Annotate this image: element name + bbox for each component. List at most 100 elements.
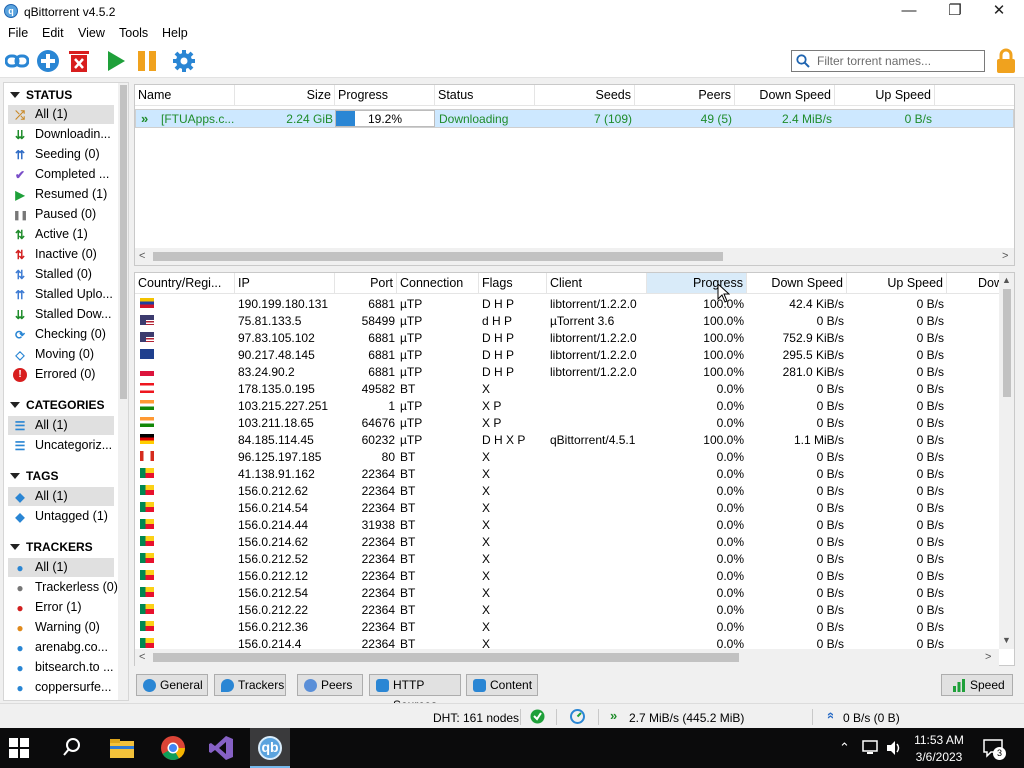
lock-icon[interactable] <box>996 48 1016 74</box>
menu-view[interactable]: View <box>78 26 105 40</box>
sidebar-item-trackers-3[interactable]: ● Warning (0) <box>8 618 114 637</box>
clock-time[interactable]: 11:53 AM <box>913 733 965 747</box>
sidebar-item-status-1[interactable]: ⇊ Downloadin... <box>8 125 114 144</box>
peer-row[interactable]: 84.185.114.45 60232 µTP D H X P qBittorrent/… <box>135 431 999 448</box>
column-header-peers[interactable]: Peers <box>635 85 735 106</box>
sidebar-item-trackers-2[interactable]: ● Error (1) <box>8 598 114 617</box>
peers-vscroll-thumb[interactable] <box>1003 289 1011 397</box>
pause-icon[interactable] <box>135 49 159 73</box>
peers-hscroll-thumb[interactable] <box>153 653 739 662</box>
peer-row[interactable]: 103.211.18.65 64676 µTP X P 0.0% 0 B/s 0 B/s <box>135 414 999 431</box>
tray-chevron-up-icon[interactable]: ⌃ <box>839 740 850 756</box>
sidebar-item-status-12[interactable]: ◇ Moving (0) <box>8 345 114 364</box>
tab-general[interactable]: General <box>136 674 208 696</box>
connection-globe-icon[interactable] <box>530 709 545 724</box>
tags-section-header[interactable]: TAGS <box>10 469 58 483</box>
tab-trackers[interactable]: Trackers <box>214 674 286 696</box>
sidebar-item-trackers-6[interactable]: ● coppersurfe... <box>8 678 114 697</box>
sidebar-item-categories-0[interactable]: ☰ All (1) <box>8 416 114 435</box>
peer-row[interactable]: 96.125.197.185 80 BT X 0.0% 0 B/s 0 B/s <box>135 448 999 465</box>
close-button[interactable]: ✕ <box>976 0 1022 24</box>
peer-row[interactable]: 156.0.212.36 22364 BT X 0.0% 0 B/s 0 B/s <box>135 618 999 635</box>
peers-vscrollbar[interactable]: ▲ ▼ <box>999 273 1014 649</box>
visual-studio-icon[interactable] <box>208 735 234 761</box>
peer-row[interactable]: 156.0.212.22 22364 BT X 0.0% 0 B/s 0 B/s <box>135 601 999 618</box>
chrome-icon[interactable] <box>160 735 186 761</box>
peer-row[interactable]: 103.215.227.251 1 µTP X P 0.0% 0 B/s 0 B/s <box>135 397 999 414</box>
peer-row[interactable]: 156.0.212.62 22364 BT X 0.0% 0 B/s 0 B/s <box>135 482 999 499</box>
add-link-icon[interactable] <box>5 49 29 73</box>
peer-row[interactable]: 156.0.212.54 22364 BT X 0.0% 0 B/s 0 B/s <box>135 584 999 601</box>
network-icon[interactable] <box>862 740 880 756</box>
column-header-seeds[interactable]: Seeds <box>535 85 635 106</box>
qbittorrent-taskbar-button[interactable]: qb <box>250 728 290 768</box>
sidebar-item-status-11[interactable]: ⟳ Checking (0) <box>8 325 114 344</box>
sidebar-scroll-thumb[interactable] <box>120 85 127 399</box>
menu-tools[interactable]: Tools <box>119 26 148 40</box>
peer-row[interactable]: 156.0.212.52 22364 BT X 0.0% 0 B/s 0 B/s <box>135 550 999 567</box>
peer-column-header-ip[interactable]: IP <box>235 273 335 293</box>
peers-hscrollbar[interactable]: < > <box>135 649 999 666</box>
trackers-section-header[interactable]: TRACKERS <box>10 540 93 554</box>
sidebar-item-tags-1[interactable]: ◆ Untagged (1) <box>8 507 114 526</box>
peer-column-header-downloaded[interactable]: Dow <box>947 273 999 293</box>
peer-row[interactable]: 190.199.180.131 6881 µTP D H P libtorrent/1.… <box>135 295 999 312</box>
peer-row[interactable]: 156.0.212.12 22364 BT X 0.0% 0 B/s 0 B/s <box>135 567 999 584</box>
peer-column-header-client[interactable]: Client <box>547 273 647 293</box>
sidebar-item-status-2[interactable]: ⇈ Seeding (0) <box>8 145 114 164</box>
column-header-up-speed[interactable]: Up Speed <box>835 85 935 106</box>
torrent-hscrollbar[interactable]: < > <box>135 248 1014 265</box>
sidebar-item-status-4[interactable]: ▶ Resumed (1) <box>8 185 114 204</box>
torrent-hscroll-thumb[interactable] <box>153 252 723 261</box>
sidebar-item-trackers-1[interactable]: ● Trackerless (0) <box>8 578 118 597</box>
speed-button[interactable]: Speed <box>941 674 1013 696</box>
windows-start-icon[interactable] <box>8 737 30 759</box>
status-section-header[interactable]: STATUS <box>10 88 72 102</box>
peer-column-header-connection[interactable]: Connection <box>397 273 479 293</box>
tab-content[interactable]: Content <box>466 674 538 696</box>
add-torrent-icon[interactable] <box>36 49 60 73</box>
peer-column-header-progress[interactable]: Progress <box>647 273 747 293</box>
column-header-progress[interactable]: Progress <box>335 85 435 106</box>
volume-icon[interactable] <box>886 740 902 756</box>
column-header-down-speed[interactable]: Down Speed <box>735 85 835 106</box>
sidebar-item-categories-1[interactable]: ☰ Uncategoriz... <box>8 436 114 455</box>
peer-column-header-down-speed[interactable]: Down Speed <box>747 273 847 293</box>
sidebar-scrollbar[interactable] <box>118 83 128 700</box>
tab-http-sources[interactable]: HTTP Sources <box>369 674 461 712</box>
clock-date[interactable]: 3/6/2023 <box>913 750 965 764</box>
maximize-button[interactable]: ❐ <box>932 0 978 24</box>
sidebar-item-tags-0[interactable]: ◆ All (1) <box>8 487 114 506</box>
file-explorer-icon[interactable] <box>109 737 135 759</box>
sidebar-item-status-3[interactable]: ✔ Completed ... <box>8 165 114 184</box>
sidebar-item-trackers-4[interactable]: ● arenabg.co... <box>8 638 114 657</box>
sidebar-item-status-6[interactable]: ⇅ Active (1) <box>8 225 114 244</box>
tab-peers[interactable]: Peers <box>297 674 363 696</box>
sidebar-item-status-9[interactable]: ⇈ Stalled Uplo... <box>8 285 114 304</box>
minimize-button[interactable]: — <box>886 0 932 24</box>
peer-row[interactable]: 90.217.48.145 6881 µTP D H P libtorrent/1.2.… <box>135 346 999 363</box>
filter-torrents-input[interactable]: Filter torrent names... <box>791 50 985 72</box>
sidebar-item-status-13[interactable]: ! Errored (0) <box>8 365 114 384</box>
peer-column-header-country[interactable]: Country/Regi... <box>135 273 235 293</box>
sidebar-item-status-0[interactable]: ⤮ All (1) <box>8 105 114 124</box>
sidebar-item-status-8[interactable]: ⇅ Stalled (0) <box>8 265 114 284</box>
peer-column-header-port[interactable]: Port <box>335 273 397 293</box>
speed-limit-icon[interactable] <box>570 709 585 724</box>
menu-edit[interactable]: Edit <box>42 26 64 40</box>
peer-row[interactable]: 97.83.105.102 6881 µTP D H P libtorrent/1.2.… <box>135 329 999 346</box>
column-header-name[interactable]: Name <box>135 85 235 106</box>
peer-row[interactable]: 156.0.214.4 22364 BT X 0.0% 0 B/s 0 B/s <box>135 635 999 649</box>
peer-column-header-up-speed[interactable]: Up Speed <box>847 273 947 293</box>
peer-row[interactable]: 156.0.214.54 22364 BT X 0.0% 0 B/s 0 B/s <box>135 499 999 516</box>
sidebar-item-status-10[interactable]: ⇊ Stalled Dow... <box>8 305 114 324</box>
sidebar-item-status-5[interactable]: ❚❚ Paused (0) <box>8 205 114 224</box>
peer-row[interactable]: 41.138.91.162 22364 BT X 0.0% 0 B/s 0 B/s <box>135 465 999 482</box>
column-header-size[interactable]: Size <box>235 85 335 106</box>
column-header-status[interactable]: Status <box>435 85 535 106</box>
peer-row[interactable]: 83.24.90.2 6881 µTP D H P libtorrent/1.2.2.0… <box>135 363 999 380</box>
peer-row[interactable]: 75.81.133.5 58499 µTP d H P µTorrent 3.6 100.… <box>135 312 999 329</box>
peer-column-header-flags[interactable]: Flags <box>479 273 547 293</box>
categories-section-header[interactable]: CATEGORIES <box>10 398 104 412</box>
options-gear-icon[interactable] <box>172 49 196 73</box>
